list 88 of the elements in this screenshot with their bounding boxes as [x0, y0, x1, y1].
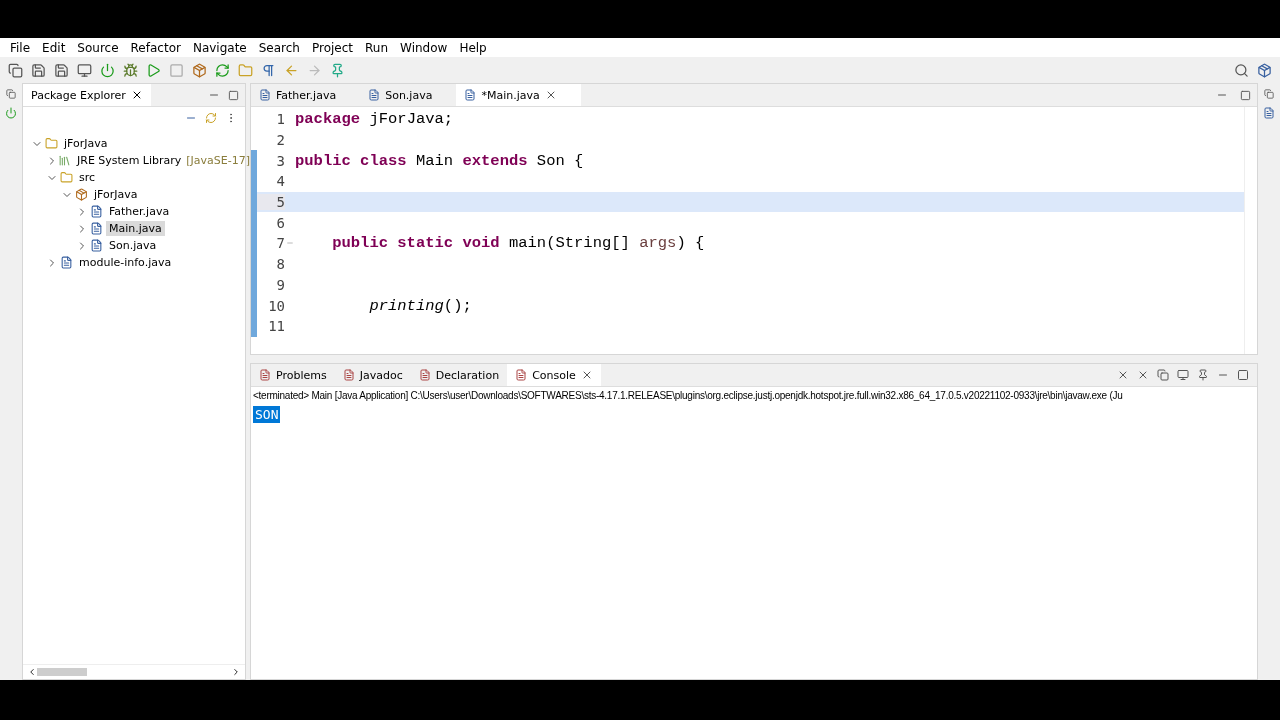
- panel-tab[interactable]: Declaration: [410, 364, 508, 386]
- code-line: public class Main extends Son {: [295, 151, 584, 170]
- console-header: <terminated> Main [Java Application] C:\Users\user\Downloads\SOFTWARES\sts-4.17.1.RELEASE\plugins\org.eclipse.justj.openjdk.hotspot.jre.full.win32.x86_64_17.0.5.v20221102-0933\jre\bin\javaw.exe (Ju: [252, 389, 1124, 403]
- view-icon: [515, 369, 528, 381]
- menu-item[interactable]: Window: [394, 40, 454, 55]
- remove-launch-icon[interactable]: [1117, 369, 1129, 381]
- library-version: [JavaSE-17]: [186, 154, 251, 167]
- java-file-icon: [368, 89, 381, 101]
- scrollbar-thumb[interactable]: [37, 668, 87, 676]
- line-number: 5: [257, 194, 285, 211]
- view-icon: [259, 369, 271, 381]
- panel-tab[interactable]: Problems: [251, 364, 335, 386]
- java-file-icon: [90, 222, 103, 235]
- package-icon[interactable]: [192, 62, 207, 78]
- java-file-icon: [60, 256, 73, 269]
- tree-item[interactable]: src: [76, 170, 99, 185]
- tree-item[interactable]: Son.java: [106, 238, 160, 253]
- java-file-icon: [464, 89, 477, 101]
- line-number: 9: [275, 276, 285, 293]
- search-icon[interactable]: [1234, 62, 1249, 78]
- library-icon: [58, 154, 71, 167]
- menu-item[interactable]: Source: [71, 40, 125, 55]
- new-window-icon[interactable]: [8, 62, 23, 78]
- line-number: 8: [275, 256, 285, 273]
- java-file-icon: [259, 89, 271, 101]
- line-number: 3: [275, 152, 285, 169]
- maximize-icon[interactable]: [1237, 369, 1249, 381]
- menu-item[interactable]: Search: [252, 40, 306, 55]
- link-icon[interactable]: [205, 112, 217, 124]
- menu-item[interactable]: Help: [453, 40, 493, 55]
- pilcrow-icon[interactable]: [261, 62, 276, 78]
- scroll-left-icon[interactable]: [27, 667, 37, 677]
- line-number: 10: [267, 297, 285, 314]
- editor-tab[interactable]: Son.java: [360, 84, 457, 106]
- menu-item[interactable]: Edit: [36, 40, 72, 55]
- line-number: 2: [275, 132, 285, 149]
- java-file-icon: [90, 205, 103, 218]
- power-icon[interactable]: [5, 107, 17, 119]
- line-number: 11: [267, 318, 285, 335]
- code-line: printing();: [368, 296, 472, 315]
- outline-icon[interactable]: [1263, 107, 1275, 119]
- menu-item[interactable]: Project: [305, 40, 360, 55]
- power-icon[interactable]: [100, 62, 115, 78]
- line-number: 4: [275, 173, 285, 190]
- restore-icon[interactable]: [1264, 89, 1274, 99]
- menu-item[interactable]: Refactor: [124, 40, 187, 55]
- explorer-tab[interactable]: Package Explorer: [23, 84, 151, 106]
- scroll-right-icon[interactable]: [231, 667, 241, 677]
- tree-item[interactable]: module-info.java: [76, 255, 175, 270]
- remove-all-icon[interactable]: [1137, 369, 1149, 381]
- menu-item[interactable]: File: [4, 40, 37, 55]
- debug-icon[interactable]: [123, 62, 138, 78]
- line-number: 1: [275, 111, 285, 128]
- view-icon: [418, 369, 431, 381]
- line-number: 6: [275, 214, 285, 231]
- console-output: SON: [253, 406, 281, 423]
- tree-item[interactable]: Main.java: [106, 221, 165, 236]
- display-icon[interactable]: [1177, 369, 1189, 381]
- code-line: public static void main(String[] args) {: [331, 234, 705, 253]
- menu-item[interactable]: Navigate: [186, 40, 253, 55]
- editor-tab[interactable]: *Main.java: [456, 84, 581, 106]
- menu-item[interactable]: Run: [359, 40, 395, 55]
- copy-icon[interactable]: [1157, 369, 1169, 381]
- open-folder-icon[interactable]: [238, 62, 253, 78]
- refresh-icon[interactable]: [215, 62, 230, 78]
- tree-item[interactable]: Father.java: [106, 204, 173, 219]
- restore-icon[interactable]: [6, 89, 16, 99]
- panel-tab[interactable]: Javadoc: [334, 364, 411, 386]
- panel-tab[interactable]: Console: [507, 364, 601, 386]
- folder-icon: [60, 171, 73, 184]
- perspective-icon[interactable]: [1257, 62, 1272, 78]
- tree-item[interactable]: jForJava: [61, 136, 111, 151]
- package-icon: [75, 188, 88, 201]
- editor-tab[interactable]: Father.java: [251, 84, 361, 106]
- view-icon: [342, 369, 355, 381]
- save-icon[interactable]: [31, 62, 46, 78]
- tree-item[interactable]: JRE System Library: [74, 153, 185, 168]
- code-line: package jForJava;: [295, 110, 454, 129]
- maximize-icon[interactable]: [1240, 89, 1251, 101]
- maximize-icon[interactable]: [228, 89, 239, 101]
- save-all-icon[interactable]: [54, 62, 69, 78]
- line-number: 7: [275, 235, 285, 252]
- java-file-icon: [90, 239, 103, 252]
- tree-item[interactable]: jForJava: [91, 187, 141, 202]
- pin-icon[interactable]: [1197, 369, 1209, 381]
- project-icon: [45, 137, 58, 150]
- run-icon[interactable]: [146, 62, 161, 78]
- terminal-icon[interactable]: [77, 62, 92, 78]
